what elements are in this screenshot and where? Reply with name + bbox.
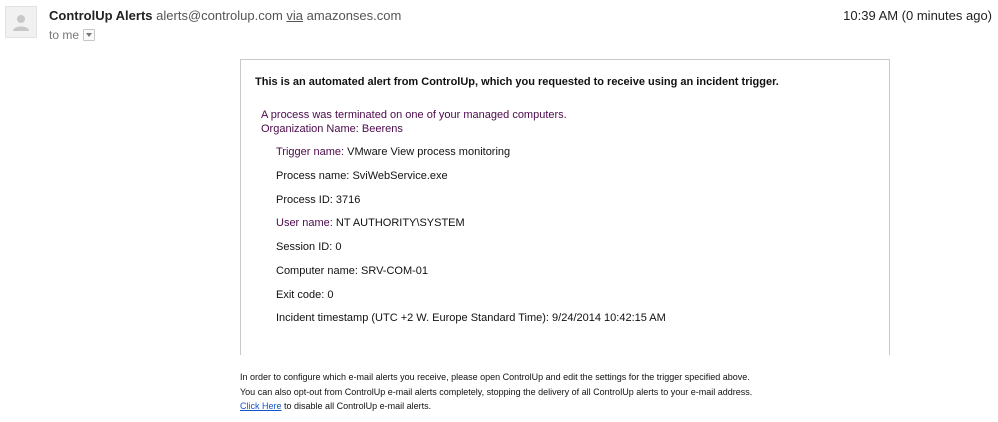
field-label: User name: (276, 217, 333, 229)
recipient-label: to me (49, 28, 80, 42)
field-process-name: Process name: SviWebService.exe (276, 170, 448, 182)
message-time: 10:39 AM (0 minutes ago) (843, 8, 992, 23)
alert-box: This is an automated alert from ControlU… (240, 59, 890, 355)
field-exit-code: Exit code: 0 (276, 289, 334, 301)
field-label: Process ID: (276, 194, 333, 206)
field-label: Incident timestamp (UTC +2 W. Europe Sta… (276, 312, 549, 324)
alert-header: This is an automated alert from ControlU… (255, 76, 779, 88)
field-incident-timestamp: Incident timestamp (UTC +2 W. Europe Sta… (276, 312, 666, 324)
field-label: Session ID: (276, 241, 333, 253)
sender-line: ControlUp Alerts alerts@controlup.com vi… (49, 8, 401, 23)
via-link[interactable]: via (286, 8, 303, 23)
alert-intro: A process was terminated on one of your … (261, 109, 567, 121)
recipient-details-dropdown-icon[interactable] (83, 28, 96, 41)
field-label: Exit code: (276, 289, 325, 301)
footer-line-3-text: to disable all ControlUp e-mail alerts. (284, 401, 432, 411)
sender-email: alerts@controlup.com (156, 8, 283, 23)
field-value: 3716 (335, 194, 361, 206)
field-process-id: Process ID: 3716 (276, 194, 360, 206)
via-domain: amazonses.com (306, 8, 402, 23)
disable-alerts-link[interactable]: Click Here (240, 401, 282, 411)
organization-name: Organization Name: Beerens (261, 123, 403, 135)
recipient-line: to me (49, 28, 96, 42)
field-value: 0 (327, 289, 334, 301)
field-label: Process name: (276, 170, 350, 182)
field-label: Computer name: (276, 265, 358, 277)
field-value: 0 (335, 241, 342, 253)
field-value: 9/24/2014 10:42:15 AM (552, 312, 666, 324)
field-trigger-name: Trigger name: VMware View process monito… (276, 146, 510, 158)
footer-line-2: You can also opt-out from ControlUp e-ma… (240, 387, 753, 397)
field-value: NT AUTHORITY\SYSTEM (335, 217, 465, 229)
field-value: SviWebService.exe (352, 170, 448, 182)
footer-line-3: Click Here to disable all ControlUp e-ma… (240, 401, 431, 411)
field-label: Trigger name: (276, 146, 345, 158)
field-value: SRV-COM-01 (361, 265, 429, 277)
field-session-id: Session ID: 0 (276, 241, 341, 253)
field-computer-name: Computer name: SRV-COM-01 (276, 265, 428, 277)
sender-avatar[interactable] (5, 6, 37, 38)
field-value: VMware View process monitoring (347, 146, 511, 158)
footer-line-1: In order to configure which e-mail alert… (240, 372, 750, 382)
field-user-name: User name: NT AUTHORITY\SYSTEM (276, 217, 465, 229)
sender-name[interactable]: ControlUp Alerts (49, 8, 153, 23)
person-icon (13, 15, 29, 31)
